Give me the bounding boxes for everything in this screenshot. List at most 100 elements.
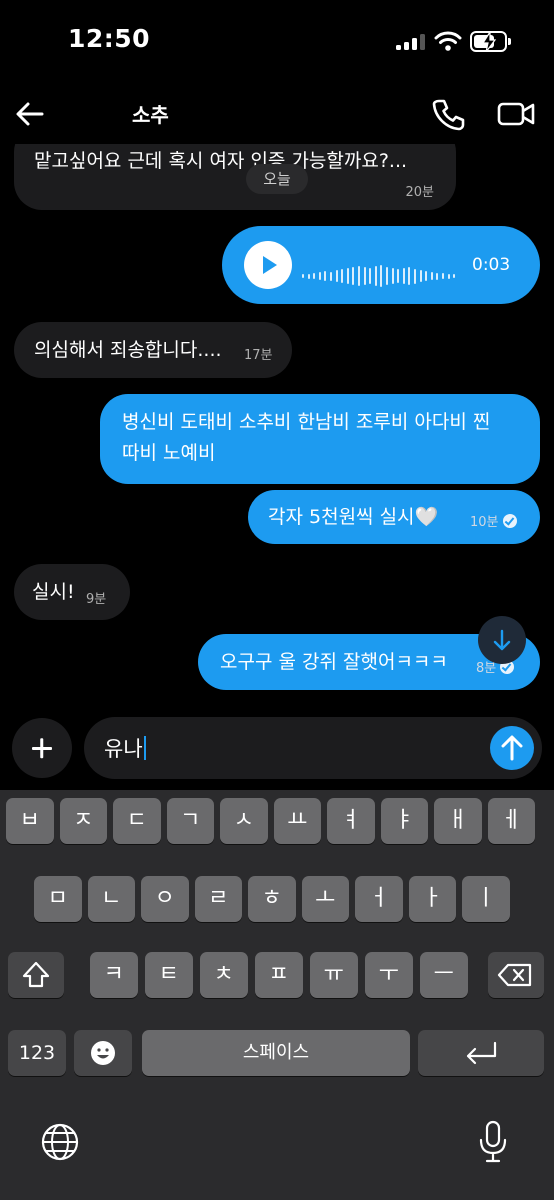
waveform-bar <box>442 273 444 279</box>
message-input[interactable]: 유나 <box>84 717 542 779</box>
key-letter[interactable]: ㅁ <box>34 876 82 922</box>
waveform-bar <box>341 269 344 283</box>
key-letter[interactable]: ㄱ <box>166 798 214 844</box>
message-text: 의심해서 죄송합니다.... <box>34 339 222 361</box>
message-text: 오구구 울 강쥐 잘햇어ㅋㅋㅋ <box>220 651 448 673</box>
waveform-bar <box>302 274 304 278</box>
plus-button[interactable] <box>12 718 72 778</box>
waveform-bar <box>447 273 450 279</box>
message-time: 9분 <box>86 592 107 607</box>
waveform-bar <box>425 271 428 281</box>
key-letter[interactable]: ㄷ <box>113 798 161 844</box>
message-text-line: 병신비 도태비 소추비 한남비 조루비 아다비 찐 <box>122 411 491 433</box>
message-bubble-outgoing[interactable]: 병신비 도태비 소추비 한남비 조루비 아다비 찐 따비 노예비 <box>100 394 540 484</box>
waveform-bar <box>363 267 366 285</box>
video-call-icon[interactable] <box>496 96 536 132</box>
message-bubble-incoming[interactable]: 의심해서 죄송합니다.... 17분 <box>14 322 292 378</box>
shift-key[interactable] <box>8 952 64 998</box>
waveform-bar <box>358 266 360 286</box>
battery-icon <box>470 31 511 52</box>
read-check-icon <box>502 514 517 528</box>
voice-duration: 0:03 <box>472 255 511 275</box>
key-letter[interactable]: ㅠ <box>310 952 358 998</box>
waveform-bar <box>346 268 349 284</box>
key-letter[interactable]: ㅈ <box>59 798 107 844</box>
waveform-bar <box>369 268 372 284</box>
message-bubble-outgoing[interactable]: 각자 5천원씩 실시🤍 10분 <box>248 490 540 544</box>
waveform-bar <box>453 274 456 278</box>
key-letter[interactable]: ㅊ <box>200 952 248 998</box>
space-key[interactable]: 스페이스 <box>142 1030 410 1076</box>
chat-header: 소추 <box>0 84 554 144</box>
key-letter[interactable]: ㅏ <box>408 876 456 922</box>
waveform-bar <box>318 272 321 280</box>
key-letter[interactable]: ㅔ <box>487 798 535 844</box>
message-time: 17분 <box>244 348 273 363</box>
return-key[interactable] <box>418 1030 544 1076</box>
waveform-bar <box>313 273 316 279</box>
emoji-icon <box>91 1041 115 1065</box>
key-letter[interactable]: ㄹ <box>194 876 242 922</box>
message-list[interactable]: 맡고싶어요 근데 혹시 여자 인증 가능할까요?... 20분 오늘 0:03 … <box>0 144 554 710</box>
message-text: 맡고싶어요 근데 혹시 여자 인증 가능할까요?... <box>34 150 408 172</box>
date-divider: 오늘 <box>246 164 308 194</box>
key-letter[interactable]: ㅛ <box>273 798 321 844</box>
cellular-signal-icon <box>396 34 426 50</box>
waveform-bar <box>330 271 332 281</box>
key-letter[interactable]: ㅑ <box>380 798 428 844</box>
arrow-up-icon <box>501 735 523 761</box>
waveform-bar <box>380 265 383 287</box>
status-bar: 12:50 <box>0 0 554 84</box>
key-letter[interactable]: ㅣ <box>462 876 510 922</box>
numbers-key[interactable]: 123 <box>8 1030 66 1076</box>
key-letter[interactable]: ㅌ <box>145 952 193 998</box>
key-letter[interactable]: ㅂ <box>6 798 54 844</box>
back-arrow-icon[interactable] <box>12 96 48 132</box>
globe-icon[interactable] <box>40 1122 80 1162</box>
delete-key[interactable] <box>488 952 544 998</box>
key-letter[interactable]: ㅅ <box>220 798 268 844</box>
message-input-value: 유나 <box>104 737 143 761</box>
key-letter[interactable]: ㅡ <box>420 952 468 998</box>
message-bubble-incoming[interactable]: 맡고싶어요 근데 혹시 여자 인증 가능할까요?... 20분 <box>14 144 456 210</box>
waveform-bar <box>335 270 338 282</box>
send-button[interactable] <box>490 726 534 770</box>
microphone-icon[interactable] <box>478 1120 508 1164</box>
scroll-to-bottom-button[interactable] <box>478 616 526 664</box>
waveform-bar <box>408 267 411 285</box>
play-button[interactable] <box>244 241 292 289</box>
key-letter[interactable]: ㅇ <box>141 876 189 922</box>
message-time: 20분 <box>405 185 434 200</box>
key-letter[interactable]: ㅕ <box>327 798 375 844</box>
waveform-bar <box>391 268 394 284</box>
message-composer: 유나 <box>0 710 554 790</box>
key-letter[interactable]: ㅓ <box>355 876 403 922</box>
message-text: 각자 5천원씩 실시🤍 <box>268 506 439 528</box>
emoji-key[interactable] <box>74 1030 132 1076</box>
key-letter[interactable]: ㄴ <box>87 876 135 922</box>
key-letter[interactable]: ㅍ <box>255 952 303 998</box>
key-letter[interactable]: ㅋ <box>90 952 138 998</box>
waveform-bar <box>307 273 310 279</box>
waveform-bar <box>402 268 405 284</box>
return-icon <box>466 1041 497 1065</box>
waveform-bar <box>352 267 355 285</box>
audio-waveform <box>302 263 458 289</box>
waveform-bar <box>419 270 422 282</box>
waveform-bar <box>374 266 377 286</box>
key-letter[interactable]: ㅜ <box>365 952 413 998</box>
play-icon <box>263 256 277 274</box>
key-letter[interactable]: ㅐ <box>434 798 482 844</box>
key-letter[interactable]: ㅎ <box>248 876 296 922</box>
phone-icon[interactable] <box>430 96 466 132</box>
message-time: 10분 <box>470 508 517 538</box>
waveform-bar <box>414 268 416 284</box>
contact-name[interactable]: 소추 <box>132 99 169 128</box>
waveform-bar <box>324 271 327 281</box>
wifi-icon <box>434 31 462 51</box>
waveform-bar <box>386 267 388 285</box>
arrow-down-icon <box>493 629 511 651</box>
message-text-line: 따비 노예비 <box>122 442 216 464</box>
key-letter[interactable]: ㅗ <box>301 876 349 922</box>
message-bubble-incoming[interactable]: 실시! 9분 <box>14 564 130 620</box>
